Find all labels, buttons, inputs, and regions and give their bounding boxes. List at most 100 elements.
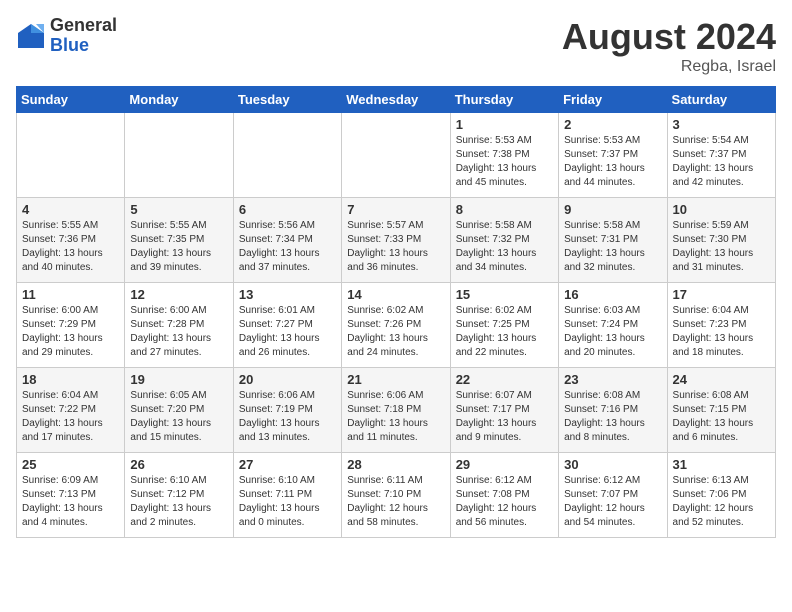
calendar-cell: 13 Sunrise: 6:01 AM Sunset: 7:27 PM Dayli…: [233, 283, 341, 368]
header-monday: Monday: [125, 87, 233, 113]
day-info: Sunrise: 6:06 AM Sunset: 7:19 PM Dayligh…: [239, 389, 336, 445]
day-number: 19: [130, 372, 227, 387]
day-number: 12: [130, 287, 227, 302]
calendar-cell: 28 Sunrise: 6:11 AM Sunset: 7:10 PM Dayli…: [342, 453, 450, 538]
calendar-week-4: 18 Sunrise: 6:04 AM Sunset: 7:22 PM Dayli…: [17, 368, 776, 453]
calendar-week-5: 25Sunrise: 6:09 AM Sunset: 7:13 PM Dayli…: [17, 453, 776, 538]
header-row: Sunday Monday Tuesday Wednesday Thursday…: [17, 87, 776, 113]
day-info: Sunrise: 6:07 AM Sunset: 7:17 PM Dayligh…: [456, 389, 553, 445]
day-info: Sunrise: 5:55 AM Sunset: 7:36 PM Dayligh…: [22, 219, 119, 275]
day-number: 3: [673, 117, 770, 132]
day-number: 14: [347, 287, 444, 302]
calendar-cell: 18 Sunrise: 6:04 AM Sunset: 7:22 PM Dayli…: [17, 368, 125, 453]
day-info: Sunrise: 6:10 AM Sunset: 7:12 PM Dayligh…: [130, 474, 227, 530]
calendar-cell: 17Sunrise: 6:04 AM Sunset: 7:23 PM Dayli…: [667, 283, 775, 368]
day-info: Sunrise: 6:12 AM Sunset: 7:08 PM Dayligh…: [456, 474, 553, 530]
header-saturday: Saturday: [667, 87, 775, 113]
calendar-cell: 11 Sunrise: 6:00 AM Sunset: 7:29 PM Dayli…: [17, 283, 125, 368]
calendar-cell: 2 Sunrise: 5:53 AM Sunset: 7:37 PM Daylig…: [559, 113, 667, 198]
logo-icon: [16, 21, 46, 51]
day-info: Sunrise: 5:59 AM Sunset: 7:30 PM Dayligh…: [673, 219, 770, 275]
day-number: 28: [347, 457, 444, 472]
day-info: Sunrise: 6:05 AM Sunset: 7:20 PM Dayligh…: [130, 389, 227, 445]
calendar-body: 1 Sunrise: 5:53 AM Sunset: 7:38 PM Daylig…: [17, 113, 776, 538]
calendar-cell: [125, 113, 233, 198]
day-info: Sunrise: 6:08 AM Sunset: 7:16 PM Dayligh…: [564, 389, 661, 445]
header-tuesday: Tuesday: [233, 87, 341, 113]
day-number: 25: [22, 457, 119, 472]
calendar-header: Sunday Monday Tuesday Wednesday Thursday…: [17, 87, 776, 113]
day-info: Sunrise: 5:54 AM Sunset: 7:37 PM Dayligh…: [673, 134, 770, 190]
day-number: 9: [564, 202, 661, 217]
day-number: 17: [673, 287, 770, 302]
day-info: Sunrise: 5:53 AM Sunset: 7:38 PM Dayligh…: [456, 134, 553, 190]
day-number: 20: [239, 372, 336, 387]
day-info: Sunrise: 5:55 AM Sunset: 7:35 PM Dayligh…: [130, 219, 227, 275]
calendar-cell: 9 Sunrise: 5:58 AM Sunset: 7:31 PM Daylig…: [559, 198, 667, 283]
day-number: 31: [673, 457, 770, 472]
calendar-cell: [342, 113, 450, 198]
calendar-cell: 22 Sunrise: 6:07 AM Sunset: 7:17 PM Dayli…: [450, 368, 558, 453]
day-number: 2: [564, 117, 661, 132]
calendar-cell: 8Sunrise: 5:58 AM Sunset: 7:32 PM Daylig…: [450, 198, 558, 283]
calendar-cell: 4 Sunrise: 5:55 AM Sunset: 7:36 PM Daylig…: [17, 198, 125, 283]
day-number: 26: [130, 457, 227, 472]
calendar-week-2: 4 Sunrise: 5:55 AM Sunset: 7:36 PM Daylig…: [17, 198, 776, 283]
location-text: Regba, Israel: [562, 58, 776, 76]
calendar-cell: 19 Sunrise: 6:05 AM Sunset: 7:20 PM Dayli…: [125, 368, 233, 453]
calendar-cell: 12Sunrise: 6:00 AM Sunset: 7:28 PM Dayli…: [125, 283, 233, 368]
calendar-cell: 25Sunrise: 6:09 AM Sunset: 7:13 PM Dayli…: [17, 453, 125, 538]
day-info: Sunrise: 6:13 AM Sunset: 7:06 PM Dayligh…: [673, 474, 770, 530]
day-number: 23: [564, 372, 661, 387]
page-header: General Blue August 2024 Regba, Israel: [16, 16, 776, 76]
day-info: Sunrise: 6:06 AM Sunset: 7:18 PM Dayligh…: [347, 389, 444, 445]
day-info: Sunrise: 5:58 AM Sunset: 7:31 PM Dayligh…: [564, 219, 661, 275]
day-number: 7: [347, 202, 444, 217]
day-info: Sunrise: 6:04 AM Sunset: 7:22 PM Dayligh…: [22, 389, 119, 445]
day-number: 4: [22, 202, 119, 217]
day-number: 11: [22, 287, 119, 302]
day-info: Sunrise: 6:12 AM Sunset: 7:07 PM Dayligh…: [564, 474, 661, 530]
calendar-week-1: 1 Sunrise: 5:53 AM Sunset: 7:38 PM Daylig…: [17, 113, 776, 198]
day-number: 13: [239, 287, 336, 302]
day-info: Sunrise: 5:57 AM Sunset: 7:33 PM Dayligh…: [347, 219, 444, 275]
day-number: 10: [673, 202, 770, 217]
day-number: 16: [564, 287, 661, 302]
header-friday: Friday: [559, 87, 667, 113]
calendar-cell: 14Sunrise: 6:02 AM Sunset: 7:26 PM Dayli…: [342, 283, 450, 368]
calendar-cell: 3 Sunrise: 5:54 AM Sunset: 7:37 PM Daylig…: [667, 113, 775, 198]
day-number: 27: [239, 457, 336, 472]
calendar-cell: [233, 113, 341, 198]
calendar-cell: 26 Sunrise: 6:10 AM Sunset: 7:12 PM Dayli…: [125, 453, 233, 538]
calendar-cell: [17, 113, 125, 198]
day-info: Sunrise: 6:00 AM Sunset: 7:29 PM Dayligh…: [22, 304, 119, 360]
calendar-cell: 30Sunrise: 6:12 AM Sunset: 7:07 PM Dayli…: [559, 453, 667, 538]
calendar-cell: 6 Sunrise: 5:56 AM Sunset: 7:34 PM Daylig…: [233, 198, 341, 283]
day-number: 24: [673, 372, 770, 387]
day-number: 21: [347, 372, 444, 387]
day-info: Sunrise: 6:03 AM Sunset: 7:24 PM Dayligh…: [564, 304, 661, 360]
calendar-table: Sunday Monday Tuesday Wednesday Thursday…: [16, 86, 776, 538]
calendar-week-3: 11 Sunrise: 6:00 AM Sunset: 7:29 PM Dayli…: [17, 283, 776, 368]
day-number: 6: [239, 202, 336, 217]
day-info: Sunrise: 6:10 AM Sunset: 7:11 PM Dayligh…: [239, 474, 336, 530]
day-info: Sunrise: 6:11 AM Sunset: 7:10 PM Dayligh…: [347, 474, 444, 530]
logo-text: General Blue: [50, 16, 117, 56]
day-info: Sunrise: 5:56 AM Sunset: 7:34 PM Dayligh…: [239, 219, 336, 275]
header-thursday: Thursday: [450, 87, 558, 113]
day-number: 5: [130, 202, 227, 217]
day-number: 18: [22, 372, 119, 387]
day-info: Sunrise: 6:08 AM Sunset: 7:15 PM Dayligh…: [673, 389, 770, 445]
calendar-cell: 15Sunrise: 6:02 AM Sunset: 7:25 PM Dayli…: [450, 283, 558, 368]
logo-general-text: General: [50, 16, 117, 36]
day-number: 22: [456, 372, 553, 387]
day-number: 15: [456, 287, 553, 302]
day-info: Sunrise: 5:53 AM Sunset: 7:37 PM Dayligh…: [564, 134, 661, 190]
day-number: 1: [456, 117, 553, 132]
day-info: Sunrise: 6:01 AM Sunset: 7:27 PM Dayligh…: [239, 304, 336, 360]
calendar-cell: 10 Sunrise: 5:59 AM Sunset: 7:30 PM Dayli…: [667, 198, 775, 283]
calendar-cell: 29Sunrise: 6:12 AM Sunset: 7:08 PM Dayli…: [450, 453, 558, 538]
calendar-cell: 21 Sunrise: 6:06 AM Sunset: 7:18 PM Dayli…: [342, 368, 450, 453]
calendar-cell: 23 Sunrise: 6:08 AM Sunset: 7:16 PM Dayli…: [559, 368, 667, 453]
calendar-cell: 16 Sunrise: 6:03 AM Sunset: 7:24 PM Dayli…: [559, 283, 667, 368]
